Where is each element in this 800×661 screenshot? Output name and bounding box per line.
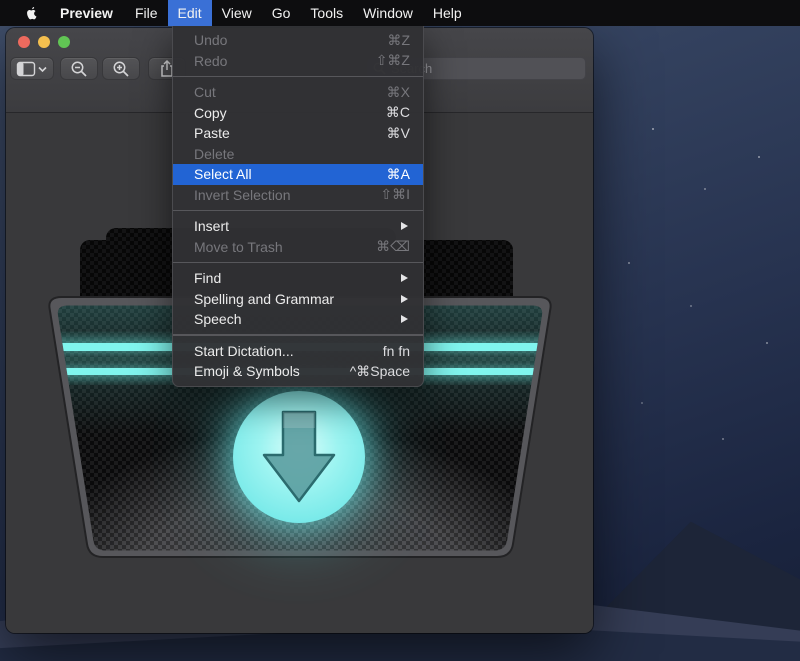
submenu-arrow-icon xyxy=(401,222,408,230)
menu-item-shortcut: fn fn xyxy=(383,343,410,359)
menu-item-shortcut: ⇧⌘Z xyxy=(376,52,410,69)
desktop: { "menubar": { "active_item": "Edit", "i… xyxy=(0,0,800,661)
menu-item-label: Speech xyxy=(194,311,401,327)
menu-item-shortcut: ^⌘Space xyxy=(350,363,410,380)
menu-item-start-dictation[interactable]: Start Dictation... fn fn xyxy=(173,341,423,362)
traffic-lights xyxy=(18,36,70,48)
menubar-item-file[interactable]: File xyxy=(125,0,168,26)
sidebar-icon xyxy=(16,61,48,77)
menubar-item-edit[interactable]: Edit xyxy=(168,0,212,26)
menu-item-label: Invert Selection xyxy=(194,187,380,203)
menu-item-shortcut: ⌘C xyxy=(386,104,410,121)
menu-item-shortcut: ⌘Z xyxy=(387,32,410,49)
menu-item-label: Select All xyxy=(194,166,387,182)
menu-item-label: Copy xyxy=(194,105,386,121)
menu-item-label: Paste xyxy=(194,125,387,141)
menubar-item-go[interactable]: Go xyxy=(262,0,301,26)
zoom-window-button[interactable] xyxy=(58,36,70,48)
menu-item-label: Emoji & Symbols xyxy=(194,363,350,379)
menu-item-invert-selection: Invert Selection ⇧⌘I xyxy=(173,185,423,206)
menubar-item-help[interactable]: Help xyxy=(423,0,472,26)
wallpaper-star xyxy=(652,128,654,130)
menubar-item-preview[interactable]: Preview xyxy=(48,0,125,26)
zoom-in-button[interactable] xyxy=(102,57,140,80)
zoom-in-icon xyxy=(112,60,130,78)
menu-bar: Preview File Edit View Go Tools Window H… xyxy=(0,0,800,26)
menu-item-emoji-symbols[interactable]: Emoji & Symbols ^⌘Space xyxy=(173,361,423,382)
menu-item-insert[interactable]: Insert xyxy=(173,216,423,237)
menu-item-shortcut: ⌘A xyxy=(387,166,410,183)
wallpaper-star xyxy=(641,402,643,404)
menu-item-shortcut: ⌘⌫ xyxy=(376,238,410,255)
menubar-item-view[interactable]: View xyxy=(212,0,262,26)
menu-item-label: Start Dictation... xyxy=(194,343,383,359)
menu-item-select-all[interactable]: Select All ⌘A xyxy=(173,164,423,185)
menu-item-cut: Cut ⌘X xyxy=(173,82,423,103)
apple-icon xyxy=(25,5,38,21)
menu-item-paste[interactable]: Paste ⌘V xyxy=(173,123,423,144)
menu-item-delete: Delete xyxy=(173,144,423,165)
submenu-arrow-icon xyxy=(401,274,408,282)
wallpaper-star xyxy=(704,188,706,190)
menu-item-move-to-trash: Move to Trash ⌘⌫ xyxy=(173,237,423,258)
menu-separator xyxy=(173,210,423,212)
menu-item-copy[interactable]: Copy ⌘C xyxy=(173,103,423,124)
menu-item-speech[interactable]: Speech xyxy=(173,309,423,330)
wallpaper-star xyxy=(766,342,768,344)
submenu-arrow-icon xyxy=(401,315,408,323)
menu-item-find[interactable]: Find xyxy=(173,268,423,289)
wallpaper-star xyxy=(722,438,724,440)
menu-item-shortcut: ⌘V xyxy=(387,125,410,142)
menu-separator xyxy=(173,76,423,78)
menu-item-label: Move to Trash xyxy=(194,239,376,255)
menu-item-label: Cut xyxy=(194,84,387,100)
wallpaper-star xyxy=(628,262,630,264)
wallpaper-star xyxy=(690,305,692,307)
minimize-button[interactable] xyxy=(38,36,50,48)
menu-separator xyxy=(173,262,423,264)
submenu-arrow-icon xyxy=(401,295,408,303)
menu-item-label: Delete xyxy=(194,146,410,162)
menu-item-label: Find xyxy=(194,270,401,286)
menu-item-shortcut: ⇧⌘I xyxy=(380,186,410,203)
edit-menu-dropdown: Undo ⌘Z Redo ⇧⌘Z Cut ⌘X Copy ⌘C Paste ⌘V… xyxy=(172,26,424,387)
menu-item-label: Undo xyxy=(194,32,387,48)
menu-item-label: Spelling and Grammar xyxy=(194,291,401,307)
menubar-item-window[interactable]: Window xyxy=(353,0,423,26)
wallpaper-star xyxy=(758,156,760,158)
menu-item-shortcut: ⌘X xyxy=(387,84,410,101)
sidebar-toggle-button[interactable] xyxy=(10,57,54,80)
menu-item-label: Insert xyxy=(194,218,401,234)
zoom-out-icon xyxy=(70,60,88,78)
menu-item-redo: Redo ⇧⌘Z xyxy=(173,51,423,72)
menu-item-label: Redo xyxy=(194,53,376,69)
close-button[interactable] xyxy=(18,36,30,48)
menu-item-spelling-and-grammar[interactable]: Spelling and Grammar xyxy=(173,289,423,310)
zoom-out-button[interactable] xyxy=(60,57,98,80)
menu-item-undo: Undo ⌘Z xyxy=(173,30,423,51)
menubar-item-tools[interactable]: Tools xyxy=(300,0,353,26)
apple-menu[interactable] xyxy=(14,0,48,26)
menu-separator xyxy=(173,334,423,336)
